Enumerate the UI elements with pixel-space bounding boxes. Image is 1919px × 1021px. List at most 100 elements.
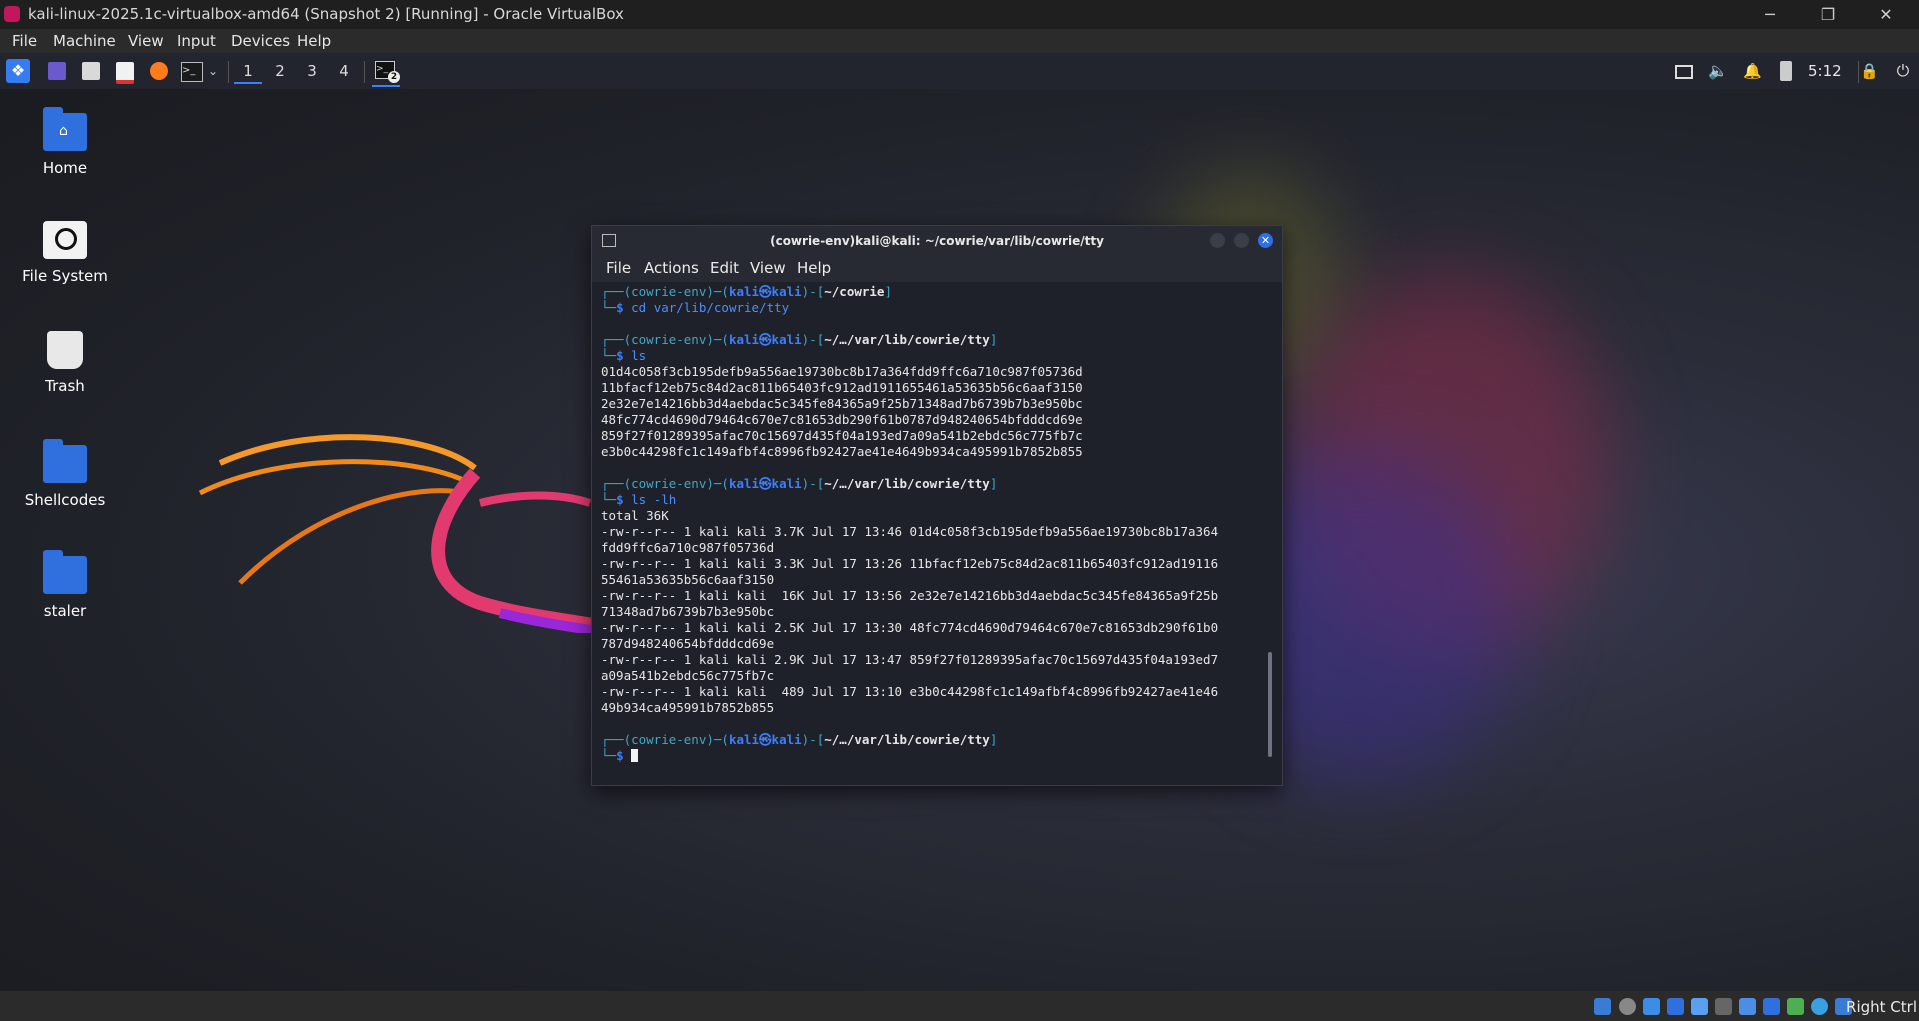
terminal-menu-file[interactable]: File [606, 259, 631, 277]
lslh-output-line: total 36K [601, 508, 669, 523]
lslh-output-line: -rw-r--r-- 1 kali kali 2.5K Jul 17 13:30… [601, 620, 1219, 635]
panel-divider [228, 61, 229, 83]
display-icon[interactable] [1675, 65, 1693, 79]
terminal-titlebar[interactable]: (cowrie-env)kali@kali: ~/cowrie/var/lib/… [592, 226, 1282, 256]
ls-output-line: 48fc774cd4690d79464c670e7c81653db290f61b… [601, 412, 1083, 427]
ls-output-line: 859f27f01289395afac70c15697d435f04a193ed… [601, 428, 1083, 443]
terminal-menu-help[interactable]: Help [797, 259, 831, 277]
display-icon[interactable] [1739, 998, 1756, 1015]
lslh-output-line: -rw-r--r-- 1 kali kali 2.9K Jul 17 13:47… [601, 652, 1219, 667]
desktop-item-label: staler [43, 602, 87, 620]
panel-clock[interactable]: 5:12 [1808, 62, 1842, 80]
kali-menu-icon[interactable]: ❖ [6, 59, 30, 83]
usb-icon[interactable] [1691, 998, 1708, 1015]
chevron-down-icon[interactable]: ⌄ [208, 62, 226, 80]
desktop-item-shellcodes[interactable]: Shellcodes [5, 439, 125, 509]
panel-divider [364, 61, 365, 83]
folder-icon [43, 550, 87, 594]
shared-folders-icon[interactable] [1715, 998, 1732, 1015]
terminal-menubar: File Actions Edit View Help [592, 256, 1282, 282]
menu-machine[interactable]: Machine [53, 32, 116, 50]
terminal-icon[interactable]: >_ [181, 62, 203, 82]
home-folder-icon: ⌂ [43, 107, 87, 151]
lslh-output-line: -rw-r--r-- 1 kali kali 489 Jul 17 13:10 … [601, 684, 1219, 699]
cpu-icon[interactable] [1787, 998, 1804, 1015]
mouse-integration-icon[interactable] [1811, 998, 1828, 1015]
lslh-output-line: fdd9ffc6a710c987f05736d [601, 540, 775, 555]
desktop-item-file-system[interactable]: File System [5, 221, 125, 285]
recording-icon[interactable] [1763, 998, 1780, 1015]
notification-bell-icon[interactable]: 🔔 [1743, 62, 1762, 80]
command-line: └─$ ls [601, 348, 647, 363]
terminal-menu-actions[interactable]: Actions [644, 259, 699, 277]
firefox-icon[interactable] [150, 62, 168, 80]
lock-icon[interactable]: 🔒 [1860, 62, 1879, 80]
file-manager-icon[interactable] [82, 62, 100, 80]
restore-button[interactable]: ❐ [1805, 0, 1851, 29]
prompt-line: ┌──(cowrie-env)─(kali㉿kali)-[~/…/var/lib… [601, 732, 998, 747]
menu-view[interactable]: View [128, 32, 164, 50]
lslh-output-line: -rw-r--r-- 1 kali kali 3.7K Jul 17 13:46… [601, 524, 1219, 539]
ls-output-line: e3b0c44298fc1c149afbf4c8996fb92427ae41e4… [601, 444, 1083, 459]
battery-icon[interactable] [1780, 61, 1792, 81]
ls-output-line: 11bfacf12eb75c84d2ac811b65403fc912ad1911… [601, 380, 1083, 395]
lslh-output-line: 71348ad7b6739b7b3e950bc [601, 604, 775, 619]
lslh-output-line: 49b934ca495991b7852b855 [601, 700, 775, 715]
drive-icon [43, 221, 87, 259]
desktop-item-label: Shellcodes [24, 491, 106, 509]
prompt-line: ┌──(cowrie-env)─(kali㉿kali)-[~/…/var/lib… [601, 332, 998, 347]
maximize-button[interactable] [1234, 233, 1249, 248]
lslh-output-line: -rw-r--r-- 1 kali kali 3.3K Jul 17 13:26… [601, 556, 1219, 571]
desktop-item-staler[interactable]: staler [5, 550, 125, 620]
minimize-button[interactable]: ─ [1747, 0, 1793, 29]
window-count-badge: 2 [388, 71, 400, 83]
vbox-menubar: File Machine View Input Devices Help [0, 29, 1919, 53]
ls-output-line: 2e32e7e14216bb3d4aebdac5c345fe84365a9f25… [601, 396, 1083, 411]
workspace-4[interactable]: 4 [330, 60, 358, 82]
menu-file[interactable]: File [12, 32, 37, 50]
desktop-item-home[interactable]: ⌂ Home [5, 107, 125, 177]
workspace-2[interactable]: 2 [266, 60, 294, 82]
desktop-icon[interactable] [48, 62, 66, 80]
terminal-menu-view[interactable]: View [750, 259, 786, 277]
menu-input[interactable]: Input [177, 32, 216, 50]
virtualbox-app-icon [4, 6, 20, 22]
optical-drive-icon[interactable] [1619, 998, 1636, 1015]
terminal-window: (cowrie-env)kali@kali: ~/cowrie/var/lib/… [591, 225, 1283, 786]
prompt-line: ┌──(cowrie-env)─(kali㉿kali)-[~/…/var/lib… [601, 476, 998, 491]
menu-devices[interactable]: Devices [231, 32, 290, 50]
kali-desktop: ❖ >_ ⌄ 1 2 3 4 >_ 2 🔈 🔔 5:12 🔒 ⏻ ⌂ Home … [0, 53, 1919, 991]
network-icon[interactable] [1667, 998, 1684, 1015]
minimize-button[interactable] [1210, 233, 1225, 248]
close-icon[interactable]: ✕ [1258, 233, 1273, 248]
menu-help[interactable]: Help [297, 32, 331, 50]
close-button[interactable]: ✕ [1863, 0, 1909, 29]
prompt-line: ┌──(cowrie-env)─(kali㉿kali)-[~/cowrie] [601, 284, 892, 299]
workspace-3[interactable]: 3 [298, 60, 326, 82]
desktop-item-trash[interactable]: Trash [5, 331, 125, 395]
workspace-1[interactable]: 1 [234, 60, 262, 84]
terminal-menu-edit[interactable]: Edit [710, 259, 739, 277]
kali-dragon-logo [198, 434, 610, 633]
hard-disk-icon[interactable] [1594, 998, 1611, 1015]
lslh-output-line: a09a541b2ebdc56c775fb7c [601, 668, 775, 683]
text-editor-icon[interactable] [116, 62, 134, 84]
power-icon[interactable]: ⏻ [1894, 62, 1912, 80]
desktop-item-label: File System [22, 267, 108, 285]
vbox-statusbar: Right Ctrl [0, 991, 1919, 1021]
command-line: └─$ cd var/lib/cowrie/tty [601, 300, 790, 315]
lslh-output-line: -rw-r--r-- 1 kali kali 16K Jul 17 13:56 … [601, 588, 1219, 603]
audio-icon[interactable] [1643, 998, 1660, 1015]
terminal-scrollbar[interactable] [1268, 652, 1272, 757]
taskbar-terminal-button[interactable]: >_ 2 [372, 59, 400, 87]
command-line: └─$ [601, 748, 639, 764]
vbox-titlebar: kali-linux-2025.1c-virtualbox-amd64 (Sna… [0, 0, 1919, 29]
panel-divider [1858, 61, 1859, 83]
lslh-output-line: 55461a53635b56c6aaf3150 [601, 572, 775, 587]
terminal-output[interactable]: ┌──(cowrie-env)─(kali㉿kali)-[~/cowrie] └… [592, 282, 1282, 785]
kali-top-panel: ❖ >_ ⌄ 1 2 3 4 >_ 2 🔈 🔔 5:12 🔒 ⏻ [0, 53, 1919, 89]
volume-icon[interactable]: 🔈 [1708, 62, 1728, 80]
text-cursor [631, 749, 639, 762]
command-line: └─$ ls -lh [601, 492, 677, 507]
folder-icon [43, 439, 87, 483]
